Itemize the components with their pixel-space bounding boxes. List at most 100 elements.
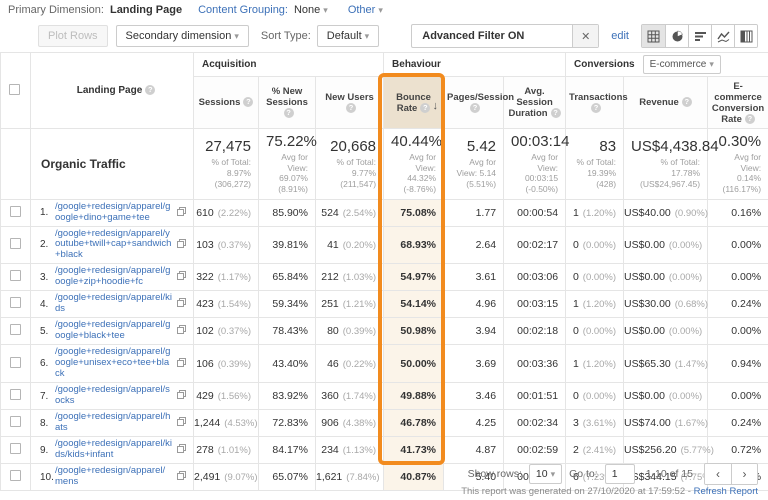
previous-page-button[interactable]: ‹ [705,464,731,484]
row-checkbox[interactable] [10,357,21,368]
transactions-cell: 2(2.41%) [566,437,624,464]
row-checkbox[interactable] [10,416,21,427]
landing-page-cell: 10. /google+redesign/apparel/mens [31,464,194,491]
row-checkbox[interactable] [10,389,21,400]
select-all-checkbox[interactable] [9,84,20,95]
landing-page-link[interactable]: /google+redesign/apparel/socks [55,385,172,407]
show-rows-select[interactable]: 10 [529,464,562,484]
landing-page-cell: 7. /google+redesign/apparel/socks [31,383,194,410]
landing-page-link[interactable]: /google+redesign/apparel/hats [55,412,172,434]
landing-page-link[interactable]: /google+redesign/apparel/kids/kids+infan… [55,439,172,461]
revenue-cell: US$30.00(0.68%) [624,291,708,318]
open-page-icon[interactable] [177,239,186,251]
row-checkbox[interactable] [10,324,21,335]
row-checkbox[interactable] [10,238,21,249]
new-users-cell: 234(1.13%) [316,437,384,464]
row-checkbox[interactable] [10,206,21,217]
landing-page-cell: 6. /google+redesign/apparel/google+unise… [31,345,194,383]
new-sessions-header[interactable]: % New Sessions [259,77,316,129]
help-icon[interactable] [284,108,294,118]
transactions-cell: 3(3.61%) [566,410,624,437]
edit-filter-link[interactable]: edit [611,30,629,42]
conversions-type-dropdown[interactable]: E-commerce [643,55,721,74]
landing-page-link[interactable]: /google+redesign/apparel/youtube+twill+c… [55,229,172,262]
help-icon[interactable] [682,97,692,107]
content-grouping-link[interactable]: Content Grouping: [198,4,288,16]
plot-rows-button: Plot Rows [38,25,108,47]
pages-session-cell: 3.69 [444,345,504,383]
bounce-rate-cell: 68.93% [384,226,444,264]
landing-page-cell: 1. /google+redesign/apparel/google+dino+… [31,199,194,226]
view-toggle-group [641,24,758,48]
help-icon[interactable] [243,97,253,107]
landing-page-link[interactable]: /google+redesign/apparel/google+dino+gam… [55,202,172,224]
help-icon[interactable] [346,103,356,113]
open-page-icon[interactable] [177,271,186,283]
table-row: 3. /google+redesign/apparel/google+zip+h… [1,264,768,291]
row-index: 5. [31,326,55,337]
row-index: 7. [31,391,55,402]
sessions-cell: 2,491(9.07%) [194,464,259,491]
help-icon[interactable] [145,85,155,95]
pages-session-header[interactable]: Pages/Session [444,77,504,129]
open-page-icon[interactable] [177,444,186,456]
open-page-icon[interactable] [177,298,186,310]
sessions-cell: 1,244(4.53%) [194,410,259,437]
help-icon[interactable] [745,114,755,124]
primary-dimension-value[interactable]: Landing Page [110,4,182,16]
performance-view-icon[interactable] [688,25,711,47]
landing-page-link[interactable]: /google+redesign/apparel/google+black+te… [55,320,172,342]
sort-type-dropdown[interactable]: Default [317,25,379,47]
sessions-cell: 429(1.56%) [194,383,259,410]
landing-page-header[interactable]: Landing Page [31,53,194,129]
avg-duration-cell: 00:01:51 [504,383,566,410]
landing-page-link[interactable]: /google+redesign/apparel/mens [55,466,172,488]
help-icon[interactable] [591,103,601,113]
bounce-rate-header[interactable]: Bounce Rate [384,77,444,129]
pivot-view-icon[interactable] [734,25,757,47]
help-icon[interactable] [551,108,561,118]
row-checkbox[interactable] [10,297,21,308]
open-page-icon[interactable] [177,358,186,370]
other-dropdown[interactable]: Other [348,4,383,16]
sessions-header[interactable]: Sessions [194,77,259,129]
help-icon[interactable] [420,103,430,113]
bounce-rate-cell: 75.08% [384,199,444,226]
conversion-rate-cell: 0.00% [708,383,768,410]
row-checkbox[interactable] [10,270,21,281]
totals-new-sessions: 75.22%Avg for View: 69.07% (8.91%) [259,129,316,200]
open-page-icon[interactable] [177,207,186,219]
row-checkbox[interactable] [10,443,21,454]
conversion-rate-header[interactable]: E-commerce Conversion Rate [708,77,768,129]
new-sessions-cell: 65.84% [259,264,316,291]
open-page-icon[interactable] [177,417,186,429]
avg-duration-header[interactable]: Avg. Session Duration [504,77,566,129]
secondary-dimension-button[interactable]: Secondary dimension [116,25,249,47]
remove-filter-icon[interactable] [572,25,598,47]
table-view-icon[interactable] [642,25,665,47]
goto-page-input[interactable]: 1 [605,464,635,484]
table-row: 8. /google+redesign/apparel/hats 1,244(4… [1,410,768,437]
landing-page-link[interactable]: /google+redesign/apparel/kids [55,293,172,315]
help-icon[interactable] [470,103,480,113]
refresh-report-link[interactable]: Refresh Report [694,486,758,497]
open-page-icon[interactable] [177,390,186,402]
next-page-button[interactable]: › [731,464,757,484]
comparison-view-icon[interactable] [711,25,734,47]
percentage-view-icon[interactable] [665,25,688,47]
conversion-rate-cell: 0.16% [708,199,768,226]
new-users-cell: 1,621(7.84%) [316,464,384,491]
revenue-header[interactable]: Revenue [624,77,708,129]
open-page-icon[interactable] [177,471,186,483]
new-users-cell: 212(1.03%) [316,264,384,291]
landing-page-link[interactable]: /google+redesign/apparel/google+zip+hood… [55,266,172,288]
row-checkbox[interactable] [10,470,21,481]
pages-session-cell: 3.94 [444,318,504,345]
sessions-cell: 322(1.17%) [194,264,259,291]
conversion-rate-cell: 0.24% [708,410,768,437]
open-page-icon[interactable] [177,325,186,337]
landing-page-link[interactable]: /google+redesign/apparel/google+unisex+e… [55,347,172,380]
transactions-header[interactable]: Transactions [566,77,624,129]
new-users-header[interactable]: New Users [316,77,384,129]
content-grouping-dropdown[interactable]: None [294,4,328,16]
